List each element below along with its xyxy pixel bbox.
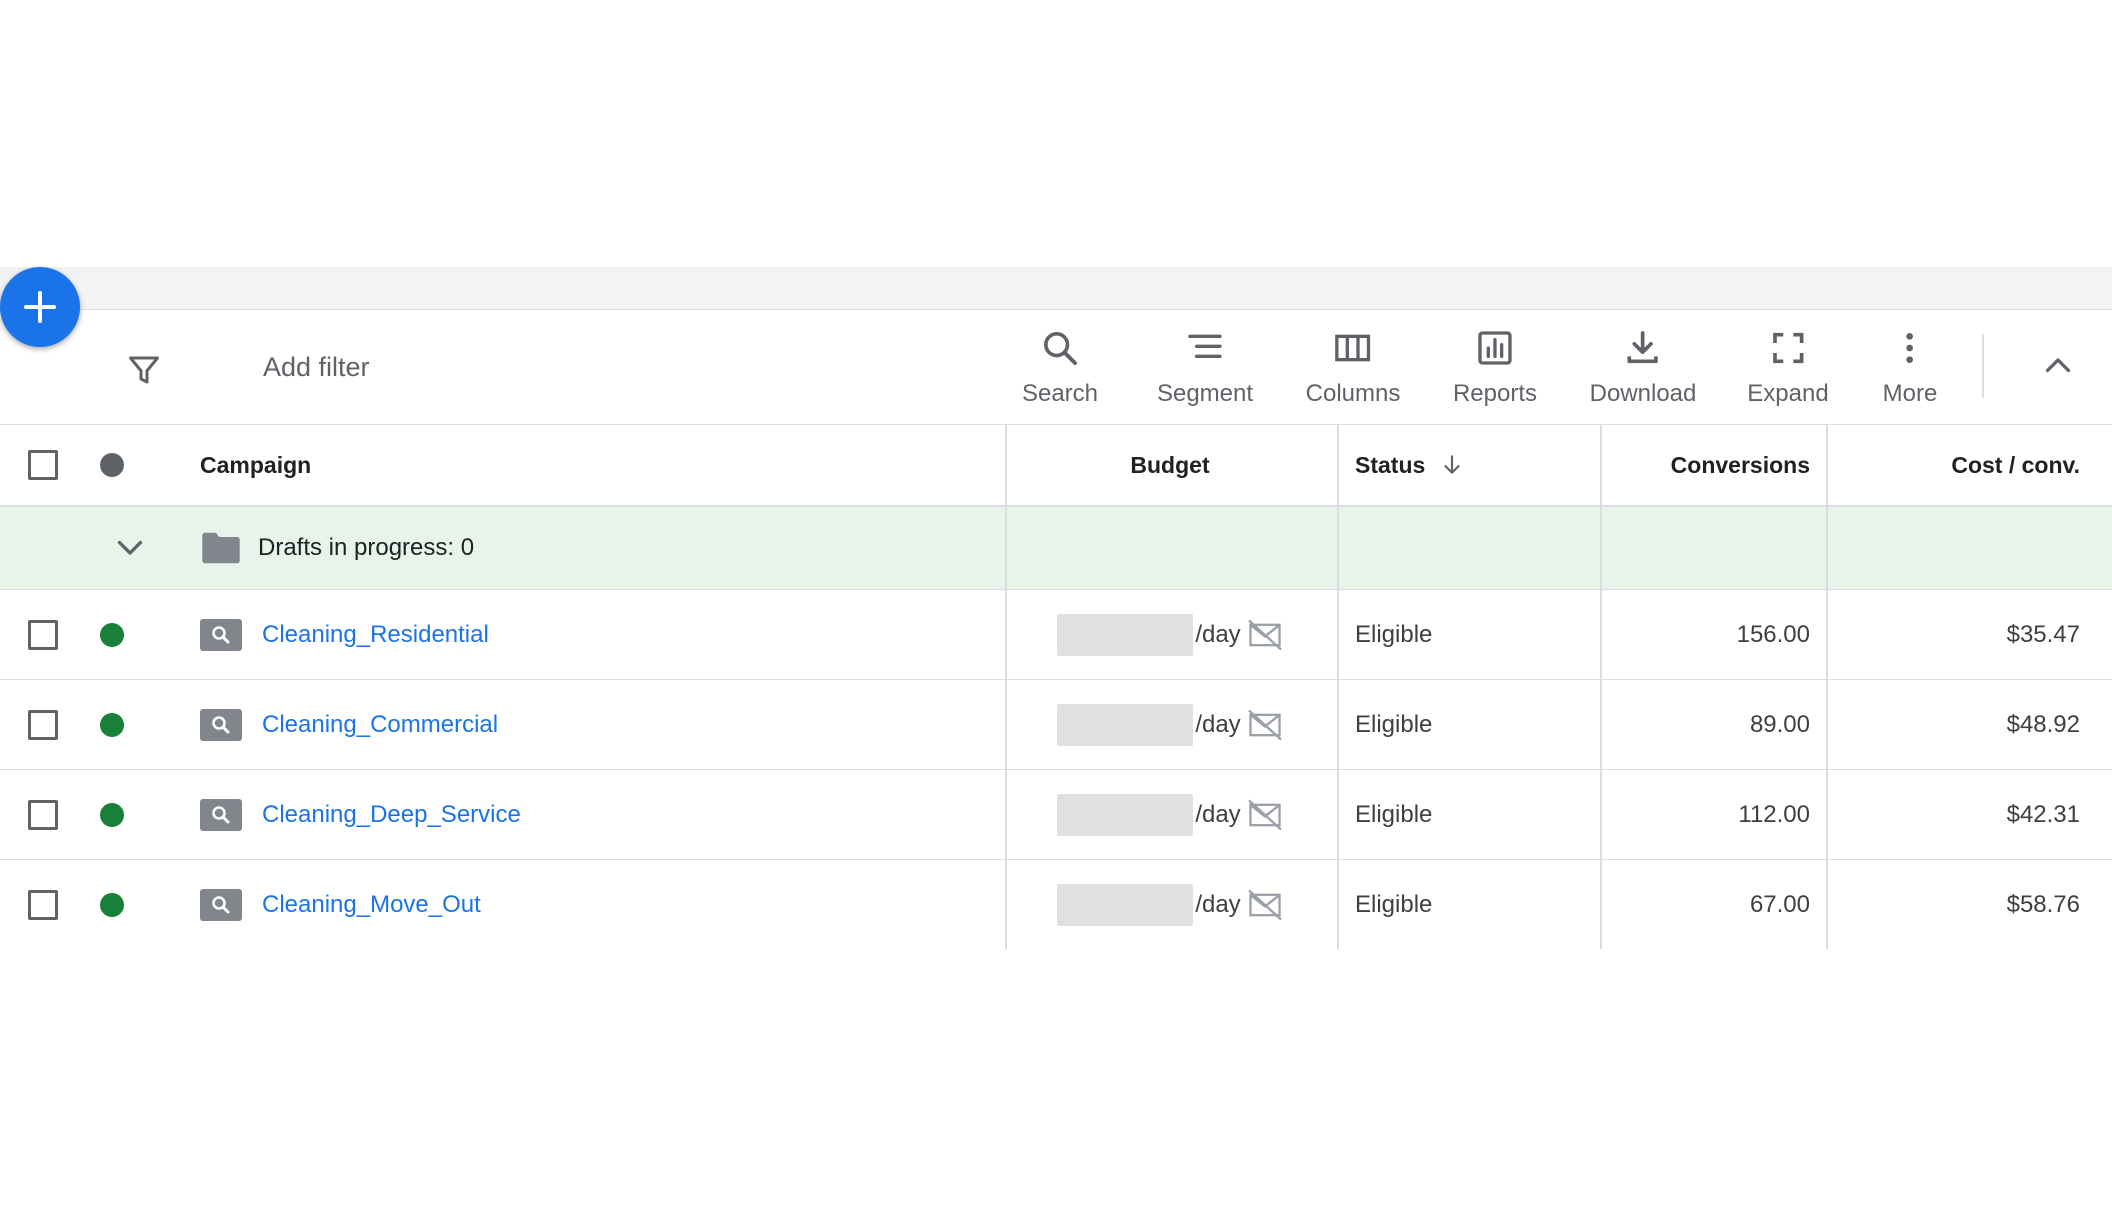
- cost-per-conv-cell: $42.31: [1826, 770, 2112, 859]
- status-cell: Eligible: [1337, 770, 1599, 859]
- download-icon: [1627, 331, 1659, 364]
- chevron-down-icon[interactable]: [112, 529, 148, 565]
- search-campaign-icon: [200, 618, 242, 651]
- columns-button[interactable]: Columns: [1305, 328, 1401, 408]
- chevron-up-icon[interactable]: [2040, 348, 2076, 384]
- new-campaign-fab[interactable]: [0, 267, 80, 347]
- enabled-status-dot[interactable]: [100, 802, 124, 827]
- mail-off-icon[interactable]: [1247, 889, 1283, 921]
- drafts-row: Drafts in progress: 0: [0, 507, 2112, 590]
- conversions-cell: 67.00: [1600, 860, 1826, 949]
- conversions-cell: 89.00: [1600, 680, 1826, 769]
- plus-icon: [24, 291, 56, 323]
- table-header-row: Campaign Budget Status Conversions Cost …: [0, 425, 2112, 507]
- expand-label: Expand: [1747, 380, 1829, 407]
- budget-suffix: /day: [1195, 890, 1241, 918]
- budget-suffix: /day: [1195, 710, 1241, 738]
- filter-icon[interactable]: [126, 352, 162, 388]
- folder-icon: [202, 532, 240, 564]
- budget-suffix: /day: [1195, 800, 1241, 828]
- conversions-cell: 156.00: [1600, 590, 1826, 679]
- toolbar-divider: [1982, 334, 1984, 398]
- more-button[interactable]: More: [1882, 328, 1938, 408]
- cost-per-conv-cell: $48.92: [1826, 680, 2112, 769]
- table-row: Cleaning_Commercial /day Eligible 89.00 …: [0, 680, 2112, 770]
- enabled-status-dot[interactable]: [100, 892, 124, 917]
- expand-button[interactable]: Expand: [1747, 328, 1829, 408]
- budget-value-redacted: [1057, 883, 1194, 926]
- cost-per-conv-cell: $35.47: [1826, 590, 2112, 679]
- header-conversions[interactable]: Conversions: [1600, 425, 1826, 505]
- budget-value-redacted: [1057, 703, 1194, 746]
- segment-icon: [1188, 334, 1222, 358]
- more-vert-icon: [1906, 333, 1914, 363]
- header-campaign[interactable]: Campaign: [200, 425, 1000, 505]
- row-checkbox[interactable]: [28, 889, 58, 920]
- mail-off-icon[interactable]: [1247, 619, 1283, 651]
- row-checkbox[interactable]: [28, 619, 58, 650]
- search-campaign-icon: [200, 798, 242, 831]
- header-cost-per-conv[interactable]: Cost / conv.: [1826, 425, 2112, 505]
- mail-off-icon[interactable]: [1247, 709, 1283, 741]
- segment-label: Segment: [1156, 380, 1254, 407]
- search-campaign-icon: [200, 888, 242, 921]
- row-checkbox[interactable]: [28, 799, 58, 830]
- segment-button[interactable]: Segment: [1157, 328, 1253, 408]
- search-label: Search: [1021, 380, 1099, 407]
- status-cell: Eligible: [1337, 590, 1599, 679]
- mail-off-icon[interactable]: [1247, 799, 1283, 831]
- campaign-link[interactable]: Cleaning_Move_Out: [262, 891, 481, 919]
- budget-value-redacted: [1057, 613, 1194, 656]
- more-label: More: [1882, 380, 1938, 407]
- header-status-label: Status: [1355, 451, 1426, 478]
- columns-label: Columns: [1305, 380, 1401, 407]
- row-checkbox[interactable]: [28, 709, 58, 740]
- reports-icon: [1478, 331, 1512, 365]
- enabled-status-dot[interactable]: [100, 622, 124, 647]
- status-dot-header[interactable]: [100, 453, 124, 477]
- campaign-link[interactable]: Cleaning_Deep_Service: [262, 801, 521, 829]
- reports-label: Reports: [1452, 380, 1538, 407]
- campaign-link[interactable]: Cleaning_Commercial: [262, 711, 498, 739]
- download-label: Download: [1589, 380, 1697, 407]
- select-all-checkbox[interactable]: [28, 450, 58, 480]
- table-row: Cleaning_Residential /day Eligible 156.0…: [0, 590, 2112, 680]
- search-icon: [1043, 332, 1077, 365]
- download-button[interactable]: Download: [1589, 328, 1697, 408]
- enabled-status-dot[interactable]: [100, 712, 124, 737]
- drafts-label[interactable]: Drafts in progress: 0: [258, 534, 474, 562]
- header-budget[interactable]: Budget: [1005, 425, 1333, 505]
- table-toolbar: Add filter Search Segment Columns Report…: [0, 310, 2112, 425]
- cost-per-conv-cell: $58.76: [1826, 860, 2112, 949]
- arrow-down-icon: [1444, 455, 1460, 474]
- table-row: Cleaning_Deep_Service /day Eligible 112.…: [0, 770, 2112, 860]
- status-cell: Eligible: [1337, 680, 1599, 769]
- reports-button[interactable]: Reports: [1453, 328, 1537, 408]
- budget-value-redacted: [1057, 793, 1194, 836]
- conversions-cell: 112.00: [1600, 770, 1826, 859]
- header-status[interactable]: Status: [1337, 425, 1599, 505]
- search-button[interactable]: Search: [1022, 328, 1098, 408]
- status-cell: Eligible: [1337, 860, 1599, 949]
- campaign-link[interactable]: Cleaning_Residential: [262, 621, 489, 649]
- columns-icon: [1335, 334, 1371, 362]
- add-filter-button[interactable]: Add filter: [263, 352, 370, 383]
- expand-icon: [1772, 332, 1804, 364]
- top-band: [0, 267, 2112, 310]
- search-campaign-icon: [200, 708, 242, 741]
- table-row: Cleaning_Move_Out /day Eligible 67.00 $5…: [0, 860, 2112, 949]
- budget-suffix: /day: [1195, 620, 1241, 648]
